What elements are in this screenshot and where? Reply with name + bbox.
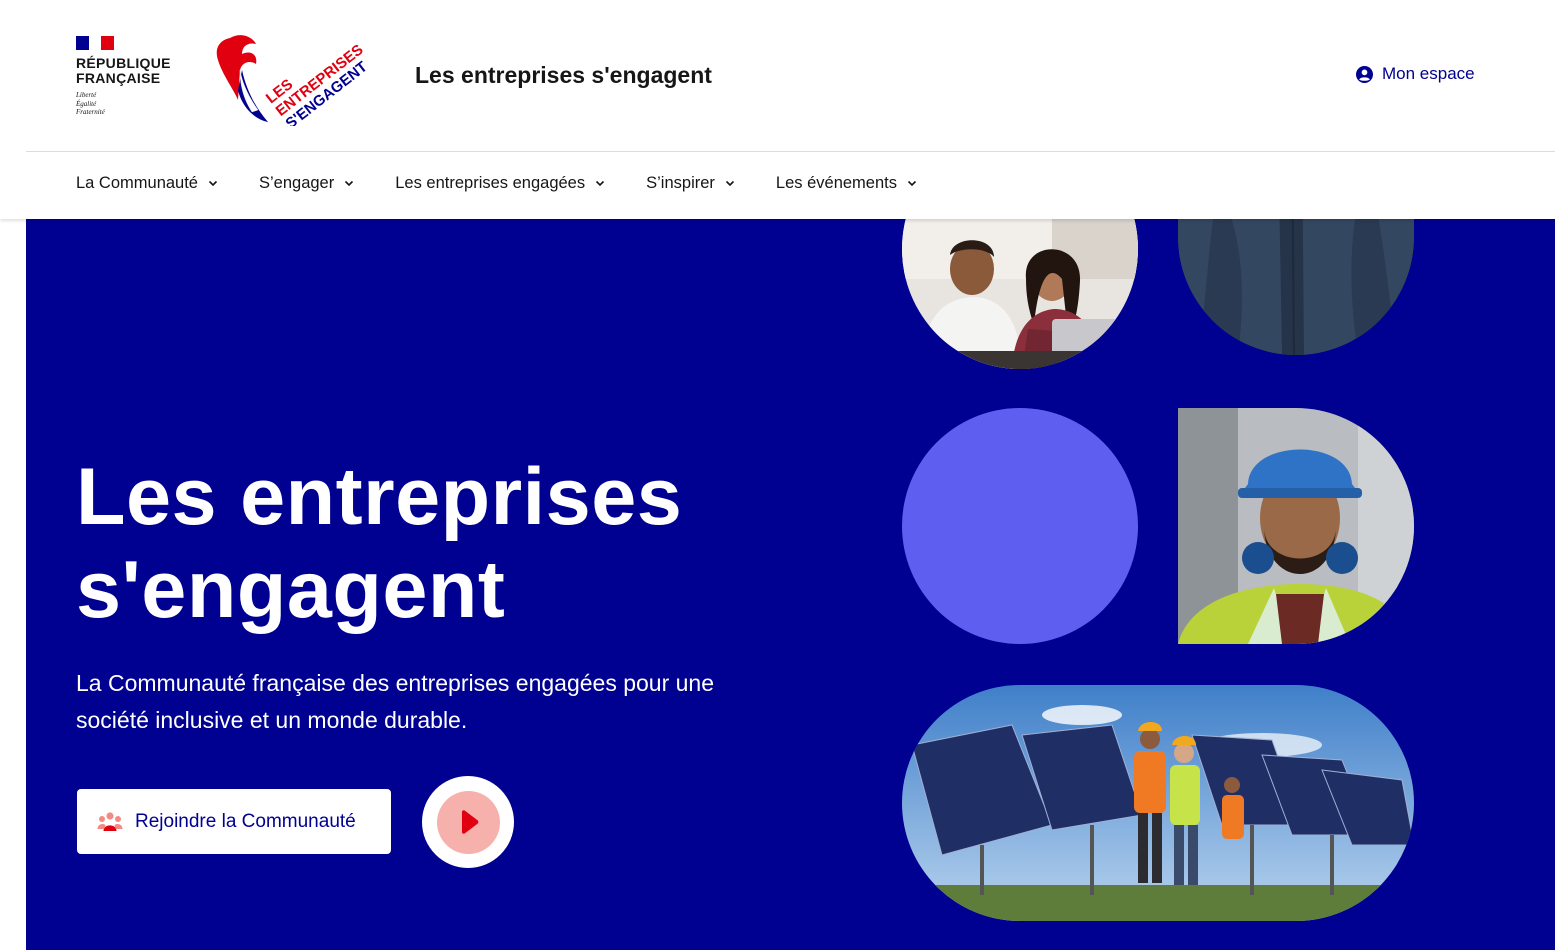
nav-item-evenements[interactable]: Les événements xyxy=(776,174,918,193)
decorative-purple-circle xyxy=(902,408,1138,644)
hero-section: Les entreprises s'engagent La Communauté… xyxy=(26,219,1555,950)
play-icon xyxy=(462,810,479,834)
photo-worker-jacket xyxy=(1178,219,1414,355)
republique-francaise-name: RÉPUBLIQUE FRANÇAISE xyxy=(76,55,171,86)
nav-item-label: Les entreprises engagées xyxy=(395,173,586,192)
join-community-button[interactable]: Rejoindre la Communauté xyxy=(77,789,391,854)
photo-team-laptop xyxy=(902,219,1138,369)
photo-solar-panels xyxy=(902,685,1414,921)
community-icon xyxy=(97,811,123,831)
chevron-down-icon xyxy=(596,180,605,187)
nav-item-entreprises-engagees[interactable]: Les entreprises engagées xyxy=(395,174,606,193)
video-play-button[interactable] xyxy=(422,776,514,868)
chevron-down-icon xyxy=(345,180,354,187)
hero-title: Les entreprises s'engagent xyxy=(76,452,683,635)
site-title[interactable]: Les entreprises s'engagent xyxy=(415,62,712,89)
les-entreprises-sengagent-logo[interactable]: LES ENTREPRISES S'ENGAGENT xyxy=(212,30,372,126)
chevron-down-icon xyxy=(725,180,734,187)
nav-item-communaute[interactable]: La Communauté xyxy=(76,174,219,193)
nav-item-label: La Communauté xyxy=(76,173,198,192)
republique-francaise-logo[interactable]: RÉPUBLIQUE FRANÇAISE Liberté Égalité Fra… xyxy=(76,36,186,117)
mon-espace-link[interactable]: Mon espace xyxy=(1356,64,1475,84)
nav-item-label: S’inspirer xyxy=(646,173,715,192)
hero-subtitle: La Communauté française des entreprises … xyxy=(76,670,715,733)
play-button-inner xyxy=(436,790,500,854)
main-navigation: La Communauté S’engager Les entreprises … xyxy=(0,152,1555,219)
republique-motto: Liberté Égalité Fraternité xyxy=(76,91,105,116)
chevron-down-icon xyxy=(907,180,917,187)
join-community-label: Rejoindre la Communauté xyxy=(135,810,356,832)
nav-item-sengager[interactable]: S’engager xyxy=(259,174,355,193)
french-flag-icon xyxy=(76,36,115,50)
user-circle-icon xyxy=(1356,65,1373,83)
nav-item-label: S’engager xyxy=(259,173,335,192)
nav-item-sinspirer[interactable]: S’inspirer xyxy=(646,174,736,193)
chevron-down-icon xyxy=(208,180,218,187)
mon-espace-label: Mon espace xyxy=(1382,64,1475,83)
photo-worker-hardhat xyxy=(1178,408,1414,644)
site-header: RÉPUBLIQUE FRANÇAISE Liberté Égalité Fra… xyxy=(0,0,1555,152)
nav-item-label: Les événements xyxy=(775,173,897,192)
